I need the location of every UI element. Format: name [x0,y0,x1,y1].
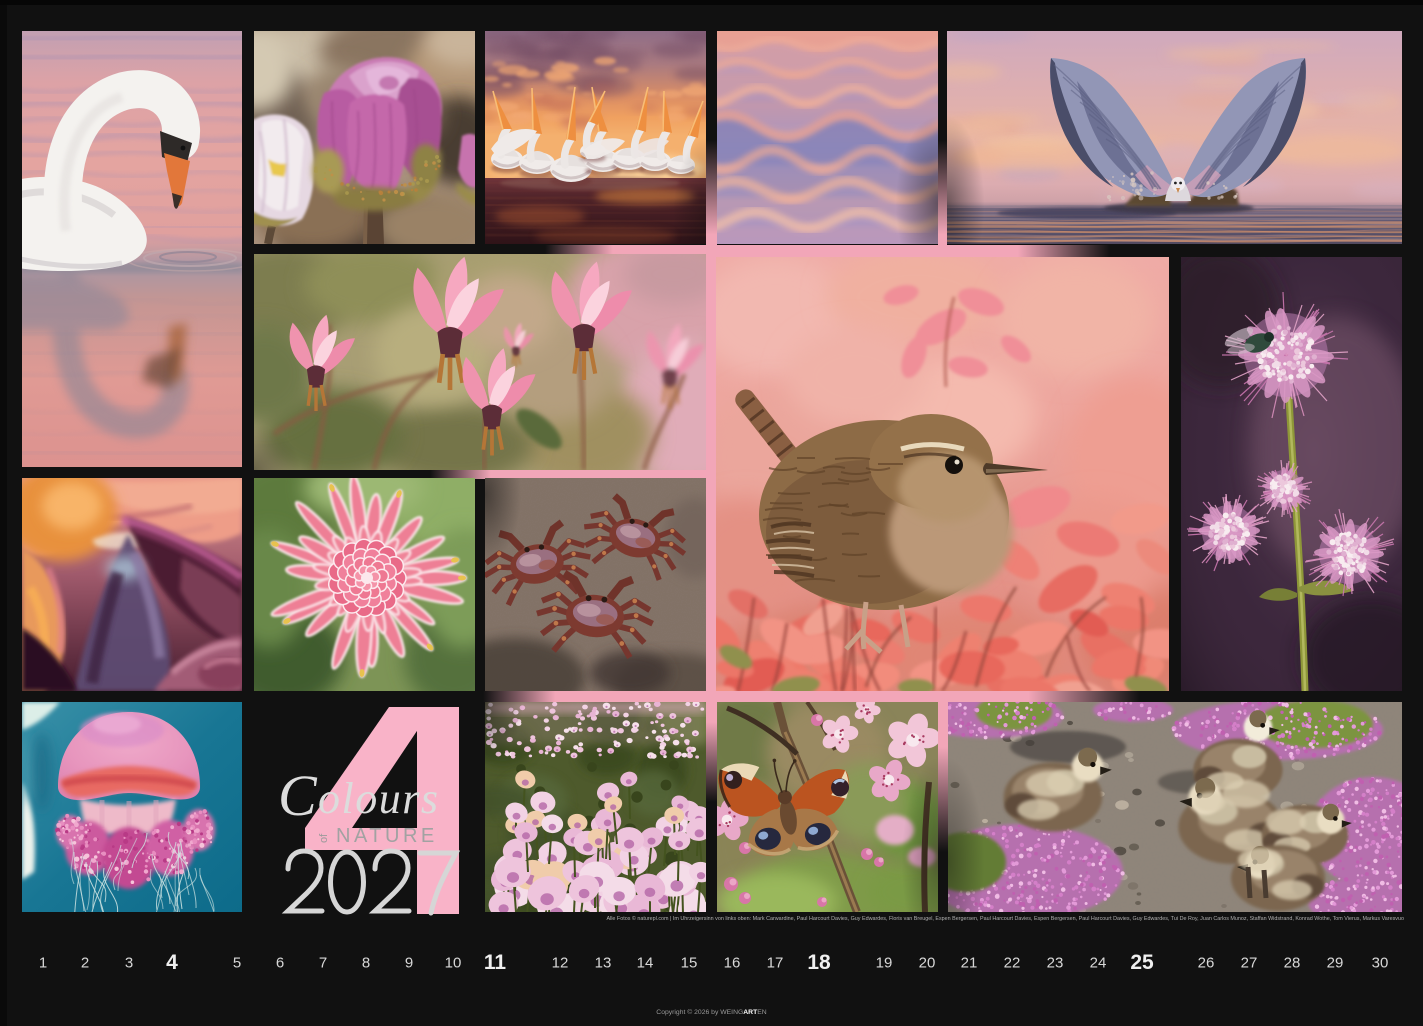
svg-text:C: C [278,763,318,828]
svg-text:olours: olours [318,774,439,823]
svg-text:NATURE: NATURE [336,825,438,847]
svg-text:of: of [318,833,330,843]
